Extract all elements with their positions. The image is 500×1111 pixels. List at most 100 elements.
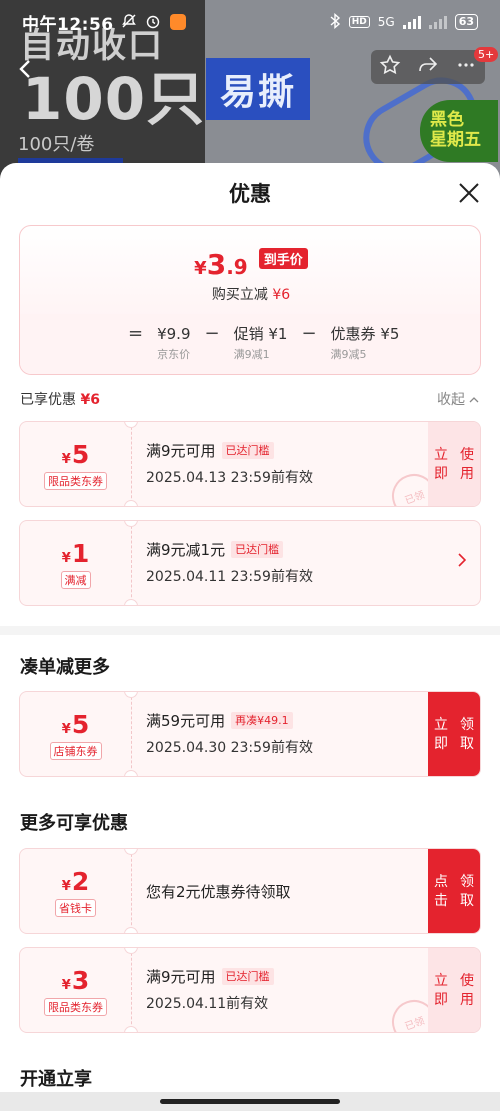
- coupon-notch: [124, 599, 138, 605]
- coupon-card[interactable]: ¥5 店铺东券 满59元可用 再凑¥49.1 2025.04.30 23:59前有…: [19, 691, 481, 777]
- formula-value: 促销 ¥1: [233, 325, 288, 343]
- final-price-currency: ¥: [194, 258, 207, 279]
- use-now-button[interactable]: 立即 使用: [428, 422, 480, 506]
- final-price-row: ¥ 3 .9 到手价: [20, 248, 480, 281]
- claim-now-button[interactable]: 立即 领取: [428, 692, 480, 776]
- coupon-info: 满59元可用 再凑¥49.1 2025.04.30 23:59前有效: [146, 710, 313, 757]
- reduce-amount: ¥6: [272, 287, 291, 303]
- coupon-currency: ¥: [61, 550, 71, 566]
- price-summary: ¥ 3 .9 到手价 购买立减 ¥6 = ¥9.9 京东价 − 促销 ¥1 满9…: [19, 225, 481, 375]
- signal-icon: [402, 15, 421, 29]
- coupon-type-tag: 店铺东券: [49, 741, 102, 760]
- product-badge: 易撕: [206, 58, 310, 120]
- enjoyed-offers-label: 已享优惠 ¥6: [20, 389, 100, 409]
- share-icon[interactable]: [417, 54, 439, 81]
- coupon-amount: 2: [71, 866, 90, 896]
- coupon-value: ¥2 省钱卡: [20, 849, 131, 933]
- reduce-text: 购买立减: [211, 287, 268, 303]
- coupon-card[interactable]: ¥3 限品类东券 满9元可用 已达门槛 2025.04.11前有效 已领 立即 使用: [19, 947, 481, 1033]
- coupon-notch: [124, 770, 138, 776]
- coupon-divider: [131, 422, 132, 506]
- reduce-line: 购买立减 ¥6: [20, 284, 480, 304]
- coupon-currency: ¥: [61, 878, 71, 894]
- formula-item: 促销 ¥1 满9减1: [234, 324, 288, 362]
- status-right: HD 5G 63: [329, 12, 478, 32]
- close-icon[interactable]: [457, 181, 481, 205]
- section-title-more-offers: 更多可享优惠: [20, 813, 128, 834]
- coupon-gap-badge: 再凑¥49.1: [231, 712, 293, 729]
- coupon-type-tag: 限品类东券: [44, 997, 107, 1016]
- coupon-notch: [124, 1026, 138, 1032]
- coupon-divider: [131, 692, 132, 776]
- favorite-icon[interactable]: [379, 54, 401, 81]
- minus-sign: −: [301, 323, 317, 344]
- top-action-bar: [371, 50, 485, 84]
- collapse-toggle[interactable]: 收起: [437, 389, 479, 409]
- coupon-value: ¥5 限品类东券: [20, 422, 131, 506]
- offers-sheet: 优惠 ¥ 3 .9 到手价 购买立减 ¥6 = ¥9.9 京东价 − 促销 ¥1: [0, 163, 500, 1111]
- coupon-card[interactable]: ¥5 限品类东券 满9元可用 已达门槛 2025.04.13 23:59前有效 已…: [19, 421, 481, 507]
- formula-value: 优惠券 ¥5: [330, 325, 400, 343]
- coupon-title: 满9元可用: [146, 968, 216, 986]
- coupon-info: 满9元可用 已达门槛 2025.04.13 23:59前有效: [146, 440, 313, 487]
- product-text-sub: 100只/卷: [18, 134, 95, 155]
- coupon-expiry: 2025.04.13 23:59前有效: [146, 470, 313, 486]
- formula-value: ¥9.9: [157, 325, 191, 343]
- coupon-expiry: 2025.04.11前有效: [146, 996, 269, 1012]
- final-price-int: 3: [206, 248, 227, 281]
- enjoyed-amount: ¥6: [80, 392, 100, 408]
- coupon-threshold-badge: 已达门槛: [221, 442, 274, 459]
- alarm-icon: [144, 13, 162, 31]
- coupon-info: 您有2元优惠券待领取: [146, 881, 291, 902]
- signal-icon-2: [428, 15, 447, 29]
- click-claim-button[interactable]: 点击 领取: [428, 849, 480, 933]
- coupon-currency: ¥: [61, 977, 71, 993]
- network-type: 5G: [377, 15, 395, 29]
- formula-label: 满9减5: [330, 348, 367, 361]
- sheet-title: 优惠: [229, 182, 271, 206]
- coupon-type-tag: 满减: [60, 570, 91, 589]
- back-icon[interactable]: [18, 58, 40, 80]
- final-price: ¥ 3 .9: [194, 248, 248, 281]
- minus-sign: −: [204, 323, 220, 344]
- enjoyed-text: 已享优惠: [20, 392, 76, 408]
- coupon-info: 满9元减1元 已达门槛 2025.04.11 23:59前有效: [146, 539, 313, 586]
- coupon-divider: [131, 849, 132, 933]
- coupon-value: ¥3 限品类东券: [20, 948, 131, 1032]
- price-formula: = ¥9.9 京东价 − 促销 ¥1 满9减1 − 优惠券 ¥5 满9减5: [128, 324, 399, 362]
- hd-icon: HD: [348, 16, 370, 28]
- final-price-dec: .9: [226, 255, 248, 279]
- coupon-title: 您有2元优惠券待领取: [146, 883, 291, 901]
- coupon-expiry: 2025.04.11 23:59前有效: [146, 569, 313, 585]
- section-divider: [0, 626, 500, 635]
- chevron-right-icon[interactable]: [458, 551, 467, 572]
- home-indicator[interactable]: [160, 1099, 340, 1104]
- use-now-button[interactable]: 立即 使用: [428, 948, 480, 1032]
- formula-item: 优惠券 ¥5 满9减5: [331, 324, 400, 362]
- coupon-divider: [131, 948, 132, 1032]
- coupon-currency: ¥: [61, 721, 71, 737]
- chevron-up-icon: [469, 392, 479, 408]
- coupon-card[interactable]: ¥2 省钱卡 您有2元优惠券待领取 点击 领取: [19, 848, 481, 934]
- coupon-amount: 1: [71, 538, 90, 568]
- bluetooth-icon: [329, 12, 341, 32]
- section-title-more-reduce: 凑单减更多: [20, 657, 110, 678]
- coupon-title: 满59元可用: [146, 712, 226, 730]
- coupon-expiry: 2025.04.30 23:59前有效: [146, 740, 313, 756]
- cart-count-badge: 5+: [474, 47, 499, 62]
- coupon-card[interactable]: ¥1 满减 满9元减1元 已达门槛 2025.04.11 23:59前有效: [19, 520, 481, 606]
- coupon-threshold-badge: 已达门槛: [231, 541, 284, 558]
- promo-badge: 黑色 星期五: [420, 100, 498, 162]
- formula-label: 京东价: [157, 348, 191, 361]
- app-notification-icon: [169, 14, 186, 30]
- coupon-value: ¥5 店铺东券: [20, 692, 131, 776]
- status-time: 中午12:56: [22, 14, 114, 35]
- coupon-currency: ¥: [61, 451, 71, 467]
- coupon-value: ¥1 满减: [20, 521, 131, 605]
- status-bar: 中午12:56 HD 5G 63: [0, 0, 500, 44]
- final-price-badge: 到手价: [258, 248, 308, 269]
- formula-label: 满9减1: [233, 348, 270, 361]
- coupon-title: 满9元可用: [146, 442, 216, 460]
- product-text-line2: 100只: [22, 65, 206, 133]
- section-title-open-enjoy: 开通立享: [20, 1069, 92, 1090]
